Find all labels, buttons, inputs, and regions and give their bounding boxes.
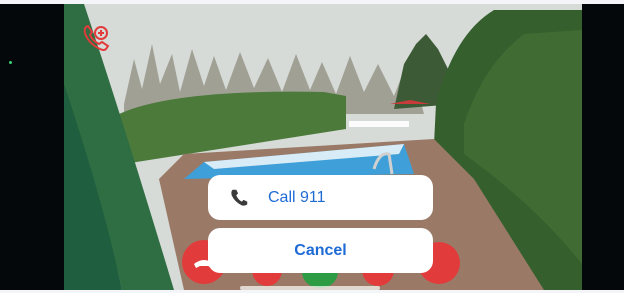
call-911-button[interactable]: Call 911 bbox=[208, 175, 433, 220]
call-911-label: Call 911 bbox=[268, 188, 326, 206]
left-letterbox bbox=[0, 4, 64, 290]
right-letterbox bbox=[582, 4, 624, 290]
phone-emergency-icon[interactable] bbox=[78, 22, 112, 56]
cancel-button[interactable]: Cancel bbox=[208, 228, 433, 273]
recording-indicator bbox=[9, 61, 12, 64]
phone-icon bbox=[231, 189, 248, 206]
emergency-action-sheet: Call 911 Cancel bbox=[208, 175, 433, 273]
cancel-label: Cancel bbox=[294, 241, 347, 259]
doorbell-live-view-screen: Call 911 Cancel bbox=[0, 0, 624, 293]
